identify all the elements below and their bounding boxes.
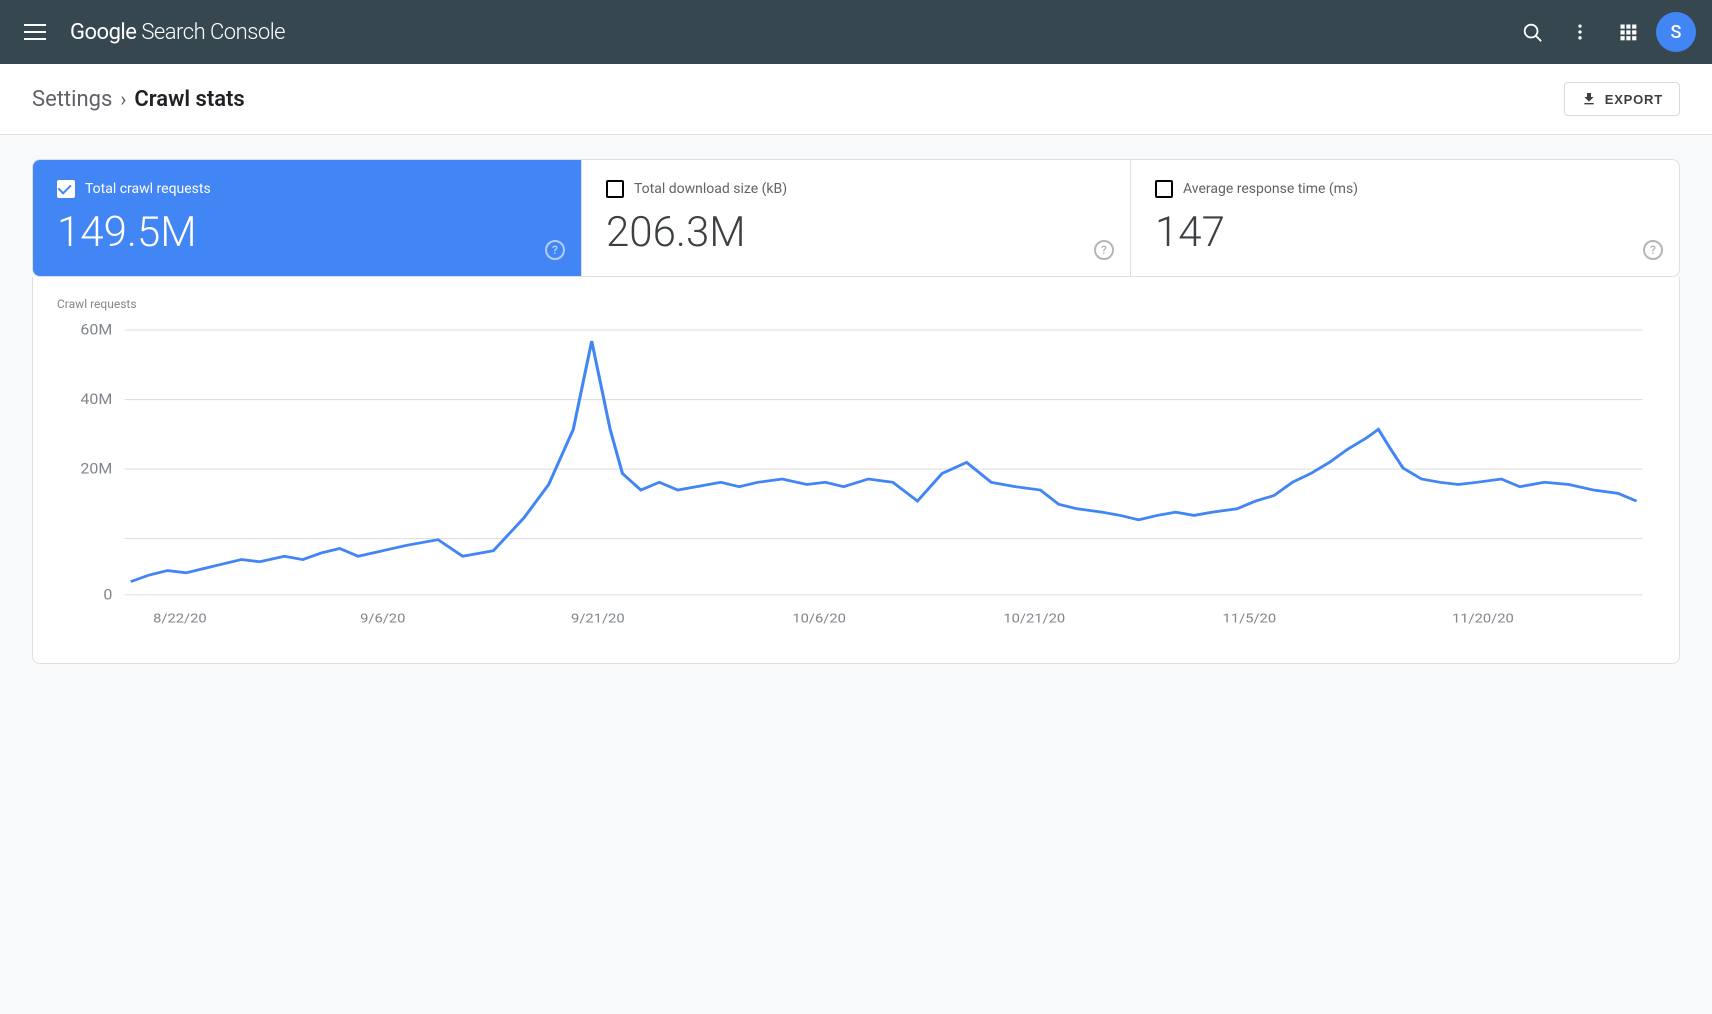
download-icon xyxy=(1581,91,1597,107)
search-button[interactable] xyxy=(1512,12,1552,52)
help-icon-crawl[interactable]: ? xyxy=(545,240,565,260)
app-header: Google Search Console S xyxy=(0,0,1712,64)
title-rest: Search Console xyxy=(136,20,285,45)
breadcrumb: Settings › Crawl stats xyxy=(32,87,245,112)
svg-text:8/22/20: 8/22/20 xyxy=(153,611,207,626)
stats-cards: Total crawl requests 149.5M ? Total down… xyxy=(32,159,1680,277)
export-label: EXPORT xyxy=(1605,92,1663,107)
dots-vertical-icon xyxy=(1570,22,1590,42)
stat-card-header-dl: Total download size (kB) xyxy=(606,180,1106,198)
export-button[interactable]: EXPORT xyxy=(1564,82,1680,116)
apps-button[interactable] xyxy=(1608,12,1648,52)
stat-checkbox-crawl[interactable] xyxy=(57,180,75,198)
stat-value-rt: 147 xyxy=(1155,210,1655,256)
stat-card-response-time[interactable]: Average response time (ms) 147 ? xyxy=(1131,160,1679,276)
avatar[interactable]: S xyxy=(1656,12,1696,52)
svg-text:10/21/20: 10/21/20 xyxy=(1003,611,1065,626)
svg-text:9/21/20: 9/21/20 xyxy=(571,611,625,626)
stat-value-crawl: 149.5M xyxy=(57,210,557,256)
svg-text:60M: 60M xyxy=(80,321,112,338)
chart-y-label: Crawl requests xyxy=(57,297,1655,311)
stat-card-header: Total crawl requests xyxy=(57,180,557,198)
stat-card-header-rt: Average response time (ms) xyxy=(1155,180,1655,198)
app-title: Google Search Console xyxy=(70,20,285,45)
svg-text:0: 0 xyxy=(103,586,112,603)
grid-icon xyxy=(1618,22,1638,42)
breadcrumb-settings[interactable]: Settings xyxy=(32,87,112,112)
svg-text:20M: 20M xyxy=(80,460,112,477)
stat-card-crawl-requests[interactable]: Total crawl requests 149.5M ? xyxy=(33,160,582,276)
header-left: Google Search Console xyxy=(16,16,1512,48)
svg-text:10/6/20: 10/6/20 xyxy=(792,611,846,626)
svg-text:11/5/20: 11/5/20 xyxy=(1223,611,1277,626)
title-google: Google xyxy=(70,20,136,45)
stat-value-dl: 206.3M xyxy=(606,210,1106,256)
chart-area: 60M 40M 20M 0 8/22/20 9/6/20 9/21/20 10/… xyxy=(57,319,1655,639)
header-right: S xyxy=(1512,12,1696,52)
menu-button[interactable] xyxy=(16,16,54,48)
stat-checkbox-dl[interactable] xyxy=(606,180,624,198)
stat-checkbox-rt[interactable] xyxy=(1155,180,1173,198)
svg-text:11/20/20: 11/20/20 xyxy=(1452,611,1514,626)
more-options-button[interactable] xyxy=(1560,12,1600,52)
breadcrumb-current: Crawl stats xyxy=(134,87,244,112)
svg-text:9/6/20: 9/6/20 xyxy=(360,611,405,626)
breadcrumb-bar: Settings › Crawl stats EXPORT xyxy=(0,64,1712,135)
chart-svg: 60M 40M 20M 0 8/22/20 9/6/20 9/21/20 10/… xyxy=(57,319,1655,639)
svg-text:40M: 40M xyxy=(80,391,112,408)
search-icon xyxy=(1521,21,1543,43)
help-icon-dl[interactable]: ? xyxy=(1094,240,1114,260)
main-content: Total crawl requests 149.5M ? Total down… xyxy=(0,135,1712,688)
stat-label-dl: Total download size (kB) xyxy=(634,181,787,197)
chart-container: Crawl requests 60M 40M 20M 0 8/22/20 9/6… xyxy=(32,277,1680,664)
chart-line xyxy=(131,341,1637,582)
breadcrumb-separator: › xyxy=(120,87,126,111)
help-icon-rt[interactable]: ? xyxy=(1643,240,1663,260)
stat-card-download-size[interactable]: Total download size (kB) 206.3M ? xyxy=(582,160,1131,276)
stat-label-crawl: Total crawl requests xyxy=(85,181,211,197)
stat-label-rt: Average response time (ms) xyxy=(1183,181,1358,197)
